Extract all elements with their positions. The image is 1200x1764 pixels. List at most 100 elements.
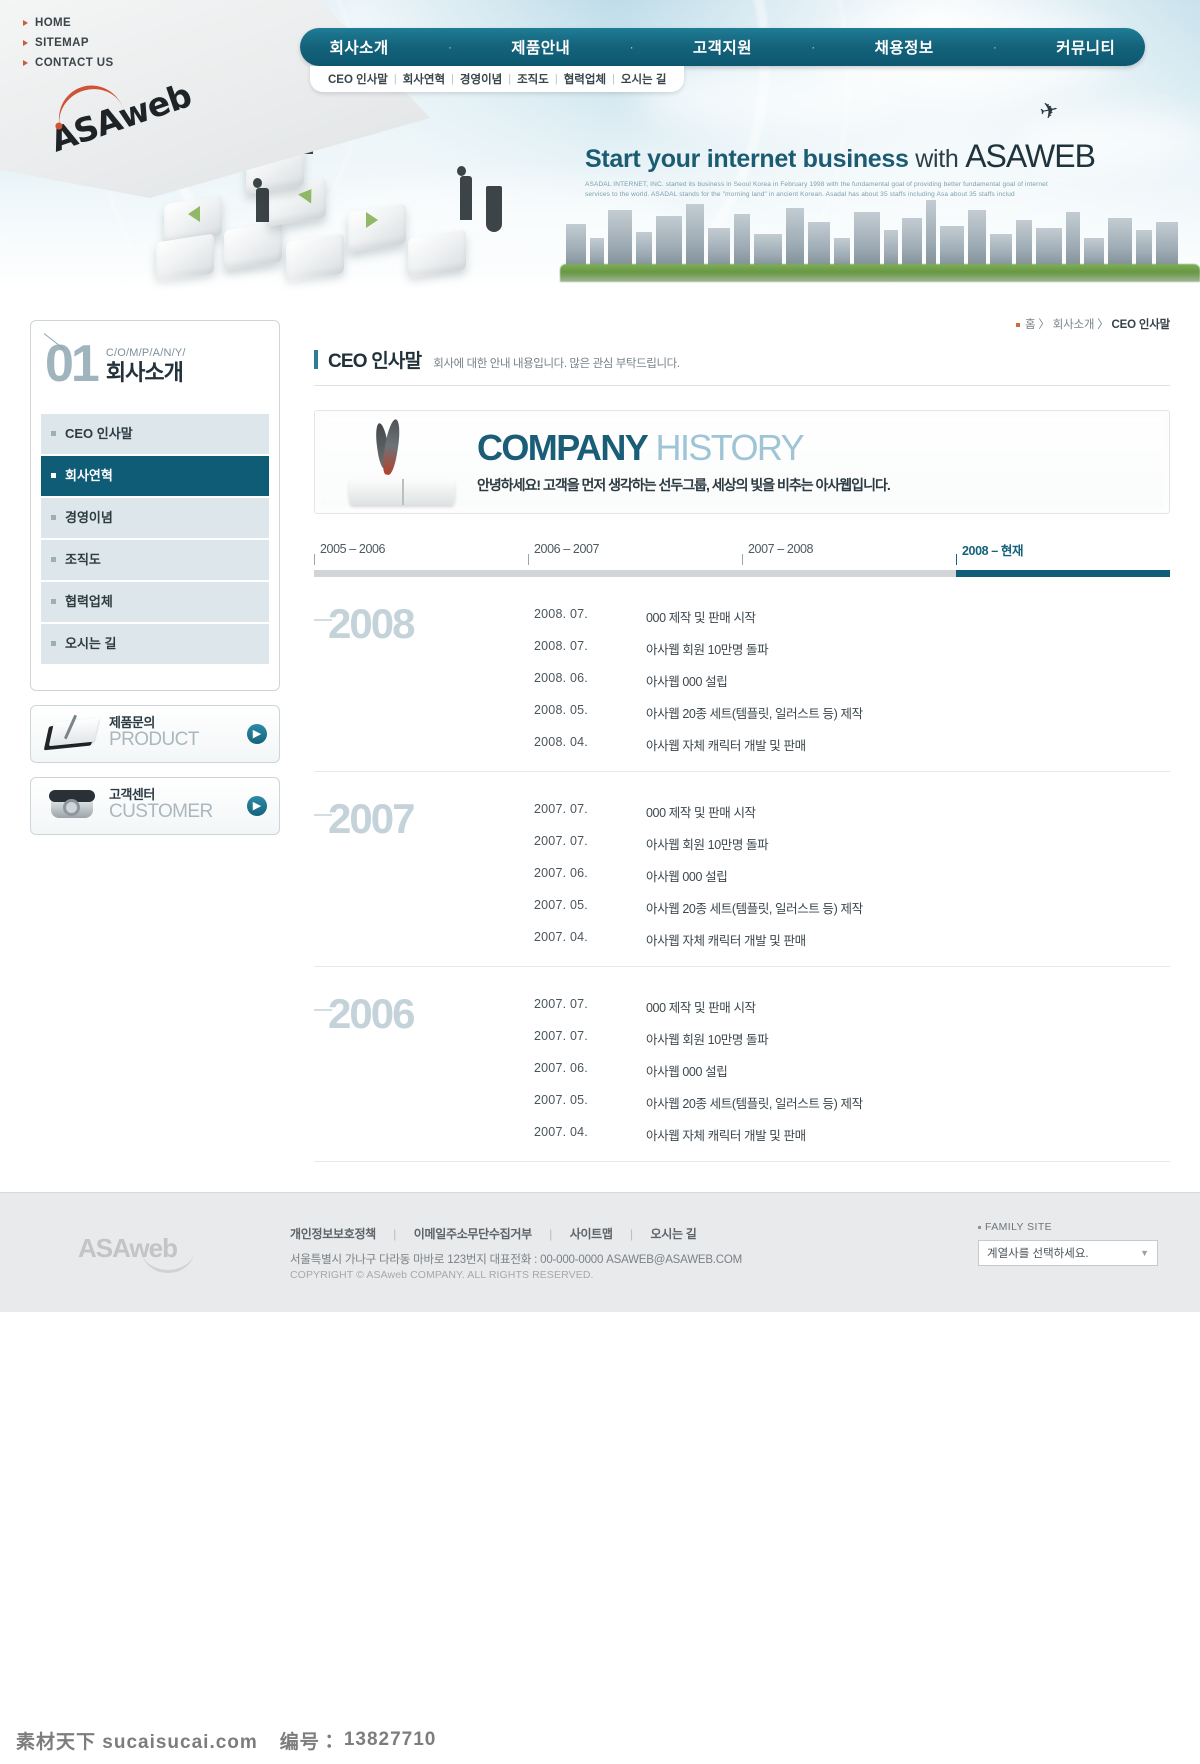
nav-item-company[interactable]: 회사소개 bbox=[330, 36, 389, 58]
global-nav[interactable]: 회사소개 · 제품안내 · 고객지원 · 채용정보 · 커뮤니티 bbox=[300, 28, 1145, 66]
breadcrumb: 홈 〉 회사소개 〉 CEO 인사말 bbox=[314, 316, 1170, 332]
main-content: 홈 〉 회사소개 〉 CEO 인사말 CEO 인사말 회사에 대한 안내 내용입… bbox=[280, 298, 1170, 1162]
utility-nav-item-sitemap[interactable]: SITEMAP bbox=[22, 33, 114, 53]
subnav-item-philosophy[interactable]: 경영이념 bbox=[460, 71, 502, 87]
nav-item-products[interactable]: 제품안내 bbox=[511, 36, 570, 58]
history-period-tabs: 2005 – 2006 2006 – 2007 2007 – 2008 2008… bbox=[314, 540, 1170, 570]
tab-2005-2006[interactable]: 2005 – 2006 bbox=[314, 540, 528, 570]
subnav-item-partners[interactable]: 협력업체 bbox=[564, 71, 606, 87]
page-title-text: CEO 인사말 bbox=[328, 351, 422, 372]
history-row: 2007. 07. 000 제작 및 판매 시작 bbox=[534, 997, 1170, 1016]
nav-separator-dot: · bbox=[629, 40, 634, 54]
history-row-text: 아사웹 20종 세트(템플릿, 일러스트 등) 제작 bbox=[646, 1097, 863, 1111]
arrow-right-icon[interactable]: ▶ bbox=[247, 795, 267, 816]
history-group-2008: 2008 2008. 07. 000 제작 및 판매 시작 2008. 07. … bbox=[314, 577, 1170, 772]
hero-copy: Start your internet business with ASAWEB… bbox=[585, 138, 1096, 200]
history-row: 2008. 06. 아사웹 000 설립 bbox=[534, 671, 1170, 690]
history-row: 2007. 05. 아사웹 20종 세트(템플릿, 일러스트 등) 제작 bbox=[534, 1093, 1170, 1112]
sidebar-header: 01 C/O/M/P/A/N/Y/ 회사소개 bbox=[31, 337, 279, 398]
history-rows: 2007. 07. 000 제작 및 판매 시작 2007. 07. 아사웹 회… bbox=[534, 993, 1170, 1157]
footer-link-directions[interactable]: 오시는 길 bbox=[650, 1227, 696, 1241]
company-history-banner: COMPANY HISTORY 안녕하세요! 고객을 먼저 생각하는 선두그룹,… bbox=[314, 410, 1170, 514]
subnav-item-ceo-greeting[interactable]: CEO 인사말 bbox=[328, 71, 388, 87]
history-banner-subtitle: 안녕하세요! 고객을 먼저 생각하는 선두그룹, 세상의 빛을 비추는 아사웹입… bbox=[477, 476, 891, 493]
chevron-down-icon[interactable]: ▼ bbox=[1140, 1248, 1149, 1258]
tab-label: 2005 – 2006 bbox=[320, 542, 386, 556]
nav-item-community[interactable]: 커뮤니티 bbox=[1056, 36, 1115, 58]
history-row-text: 아사웹 회원 10만명 돌파 bbox=[646, 1033, 769, 1047]
telephone-icon bbox=[43, 784, 105, 828]
breadcrumb-item-company[interactable]: 회사소개 bbox=[1053, 319, 1095, 331]
history-row: 2008. 07. 아사웹 회원 10만명 돌파 bbox=[534, 639, 1170, 658]
footer-logo-arc-icon bbox=[142, 1251, 194, 1273]
subnav-separator: | bbox=[393, 73, 397, 85]
sidebar-item-history[interactable]: 회사연혁 bbox=[41, 455, 269, 496]
history-row-date: 2007. 06. bbox=[534, 866, 588, 880]
history-row-date: 2007. 05. bbox=[534, 898, 588, 912]
breadcrumb-separator: 〉 bbox=[1038, 319, 1050, 331]
sidebar-banner-product-kor: 제품문의 bbox=[109, 715, 155, 731]
utility-nav-item-contact-us[interactable]: CONTACT US bbox=[22, 53, 114, 73]
sidebar-item-org-chart[interactable]: 조직도 bbox=[41, 539, 269, 580]
family-site-select[interactable]: 계열사를 선택하세요. ▼ bbox=[978, 1240, 1158, 1266]
sidebar-banner-product[interactable]: 제품문의 PRODUCT ▶ bbox=[30, 704, 280, 763]
history-group-2006: 2006 2007. 07. 000 제작 및 판매 시작 2007. 07. … bbox=[314, 967, 1170, 1162]
subnav-item-org-chart[interactable]: 조직도 bbox=[517, 71, 549, 87]
subnav-item-history[interactable]: 회사연혁 bbox=[403, 71, 445, 87]
sidebar-banner-customer-kor: 고객센터 bbox=[109, 787, 155, 803]
history-rows: 2007. 07. 000 제작 및 판매 시작 2007. 07. 아사웹 회… bbox=[534, 798, 1170, 962]
sidebar-item-ceo-greeting[interactable]: CEO 인사말 bbox=[41, 413, 269, 454]
footer-link-separator: | bbox=[630, 1227, 634, 1241]
family-site-label: FAMILY SITE bbox=[978, 1221, 1158, 1233]
rail-segment bbox=[528, 570, 742, 577]
sub-nav[interactable]: CEO 인사말 | 회사연혁 | 경영이념 | 조직도 | 협력업체 | 오시는… bbox=[310, 66, 685, 92]
tab-tick bbox=[742, 554, 743, 565]
page-footer: ASAweb 개인정보보호정책 | 이메일주소무단수집거부 | 사이트맵 | 오… bbox=[0, 1192, 1200, 1312]
footer-link-sitemap[interactable]: 사이트맵 bbox=[570, 1227, 613, 1241]
tab-tick bbox=[956, 554, 957, 565]
history-row: 2008. 07. 000 제작 및 판매 시작 bbox=[534, 607, 1170, 626]
history-row-date: 2008. 04. bbox=[534, 735, 588, 749]
sidebar-menu-list: CEO 인사말 회사연혁 경영이념 조직도 협력업체 오시는 길 bbox=[31, 413, 279, 664]
utility-nav[interactable]: HOME SITEMAP CONTACT US bbox=[22, 13, 114, 73]
footer-link-email-refusal[interactable]: 이메일주소무단수집거부 bbox=[414, 1227, 532, 1241]
subnav-separator: | bbox=[612, 73, 615, 85]
history-row: 2007. 07. 000 제작 및 판매 시작 bbox=[534, 802, 1170, 821]
history-row-text: 아사웹 000 설립 bbox=[646, 870, 728, 884]
history-year-label: 2006 bbox=[314, 993, 534, 1157]
history-row-date: 2007. 07. bbox=[534, 834, 588, 848]
sidebar-banner-customer[interactable]: 고객센터 CUSTOMER ▶ bbox=[30, 776, 280, 835]
history-heading-bold: COMPANY bbox=[477, 426, 649, 468]
nav-item-recruit[interactable]: 채용정보 bbox=[875, 36, 934, 58]
page-body: 01 C/O/M/P/A/N/Y/ 회사소개 CEO 인사말 회사연혁 경영이념… bbox=[0, 298, 1200, 1312]
footer-links: 개인정보보호정책 | 이메일주소무단수집거부 | 사이트맵 | 오시는 길 bbox=[290, 1225, 697, 1242]
sidebar-item-philosophy[interactable]: 경영이념 bbox=[41, 497, 269, 538]
nav-item-support[interactable]: 고객지원 bbox=[693, 36, 752, 58]
sidebar-item-partners[interactable]: 협력업체 bbox=[41, 581, 269, 622]
hero-headline-brand: ASAWEB bbox=[965, 138, 1096, 174]
hero-headline-main: Start your internet business bbox=[585, 145, 909, 173]
nav-separator-dot: · bbox=[811, 40, 816, 54]
tab-2006-2007[interactable]: 2006 – 2007 bbox=[528, 540, 742, 570]
history-row-text: 아사웹 자체 캐릭터 개발 및 판매 bbox=[646, 739, 806, 753]
tab-2008-present[interactable]: 2008 – 현재 bbox=[956, 540, 1170, 570]
city-skyline-illustration bbox=[560, 196, 1200, 282]
sidebar-item-directions[interactable]: 오시는 길 bbox=[41, 623, 269, 664]
subnav-item-directions[interactable]: 오시는 길 bbox=[621, 71, 667, 87]
history-row-date: 2007. 07. bbox=[534, 1029, 588, 1043]
history-banner-heading: COMPANY HISTORY bbox=[477, 426, 890, 468]
footer-link-privacy[interactable]: 개인정보보호정책 bbox=[290, 1227, 376, 1241]
hero-bottom-fade bbox=[0, 272, 1200, 298]
family-site-label-text: FAMILY SITE bbox=[985, 1221, 1053, 1233]
quill-book-icon bbox=[343, 417, 463, 507]
history-row-text: 아사웹 회원 10만명 돌파 bbox=[646, 838, 769, 852]
page-title-accent-bar bbox=[314, 350, 318, 369]
history-row-text: 아사웹 20종 세트(템플릿, 일러스트 등) 제작 bbox=[646, 902, 863, 916]
breadcrumb-item-home[interactable]: 홈 bbox=[1025, 319, 1036, 331]
rail-segment bbox=[314, 570, 528, 577]
utility-nav-item-home[interactable]: HOME bbox=[22, 13, 114, 33]
tab-2007-2008[interactable]: 2007 – 2008 bbox=[742, 540, 956, 570]
tab-tick bbox=[528, 554, 529, 565]
history-row: 2007. 04. 아사웹 자체 캐릭터 개발 및 판매 bbox=[534, 1125, 1170, 1144]
arrow-right-icon[interactable]: ▶ bbox=[247, 723, 267, 744]
